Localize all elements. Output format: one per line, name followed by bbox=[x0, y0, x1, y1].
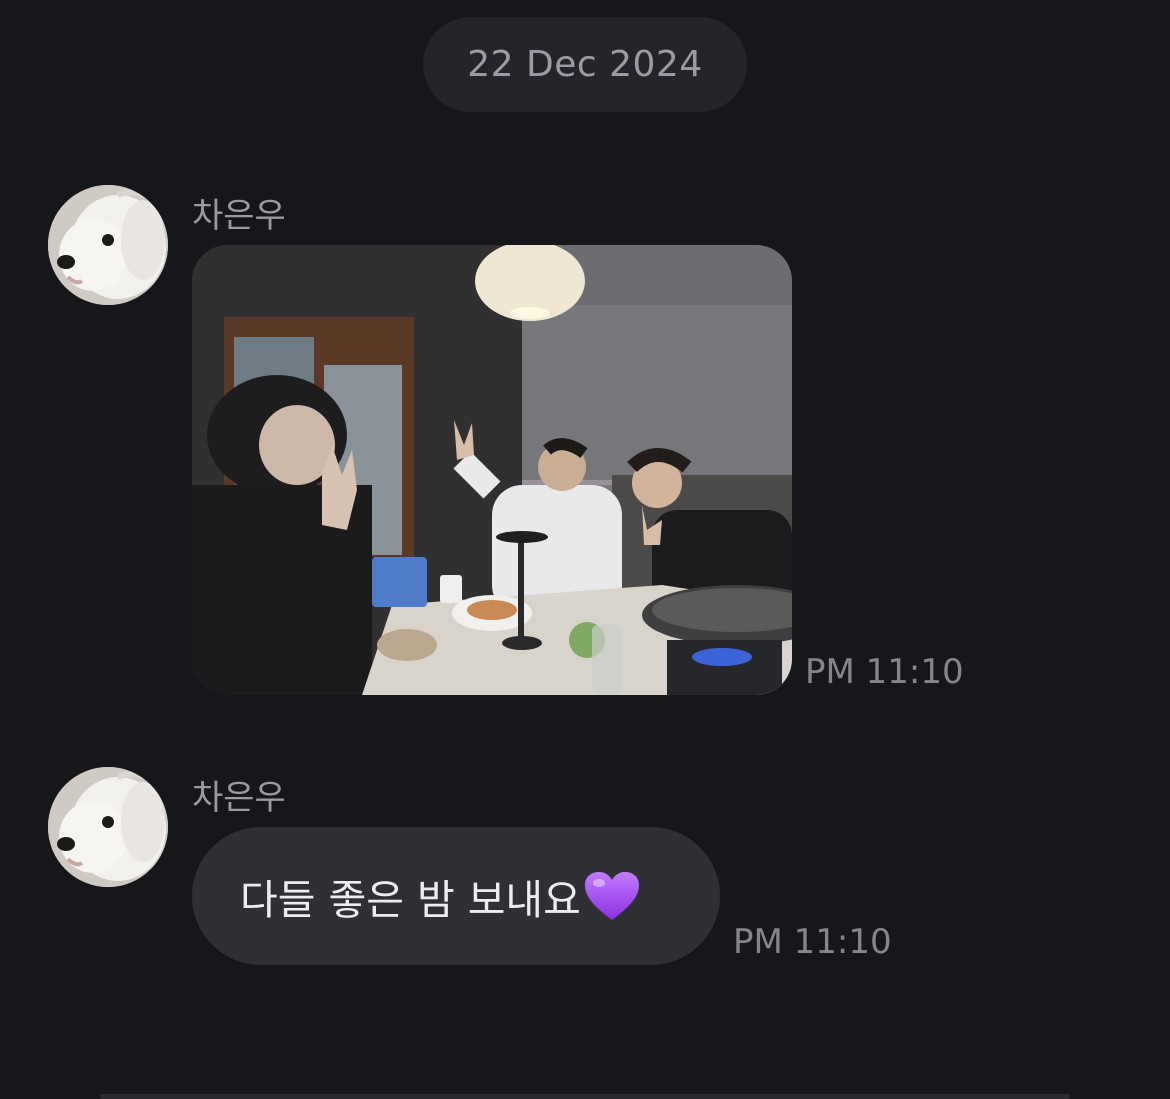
sender-name: 차은우 bbox=[192, 196, 286, 236]
purple-heart-icon bbox=[584, 872, 639, 920]
message-time: PM 11:10 bbox=[805, 652, 964, 692]
date-separator: 22 Dec 2024 bbox=[423, 17, 747, 112]
message-text: 다들 좋은 밤 보내요 bbox=[240, 876, 581, 924]
sender-avatar[interactable] bbox=[48, 767, 168, 887]
sender-avatar[interactable] bbox=[48, 185, 168, 305]
dog-avatar-icon bbox=[48, 767, 168, 887]
photo-message[interactable] bbox=[192, 245, 792, 695]
text-message-bubble[interactable]: 다들 좋은 밤 보내요 bbox=[192, 827, 720, 965]
restaurant-photo bbox=[192, 245, 792, 695]
sender-name: 차은우 bbox=[192, 778, 286, 818]
dog-avatar-icon bbox=[48, 185, 168, 305]
bottom-divider bbox=[100, 1094, 1070, 1099]
message-time: PM 11:10 bbox=[733, 922, 892, 962]
